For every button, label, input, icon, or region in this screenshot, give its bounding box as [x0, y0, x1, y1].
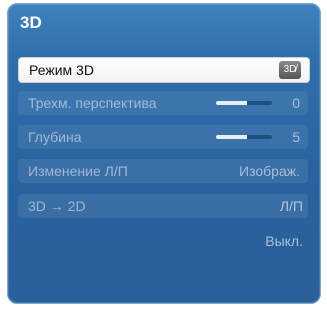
menu-item-3d-perspective[interactable]: Трехм. перспектива 0 — [18, 91, 308, 115]
depth-value: 5 — [292, 129, 300, 145]
menu-item-label: Трехм. перспектива — [28, 95, 157, 111]
perspective-value: 0 — [292, 95, 300, 111]
depth-slider[interactable] — [216, 135, 272, 139]
menu-item-depth[interactable]: Глубина 5 — [18, 125, 308, 149]
3d-settings-panel: 3D Режим 3D 3D̸ Трехм. перспектива 0 Глу… — [7, 3, 321, 304]
menu-title: 3D — [20, 13, 42, 32]
menu-item-lr-change[interactable]: Изменение Л/П Изображ. — [18, 159, 308, 183]
menu-item-label: Изменение Л/П — [28, 163, 128, 179]
menu-item-3d-mode[interactable]: Режим 3D 3D̸ — [18, 57, 310, 83]
option-lr[interactable]: Л/П — [280, 198, 303, 214]
lr-change-value: Изображ. — [239, 163, 300, 179]
perspective-slider[interactable] — [216, 101, 272, 105]
option-off[interactable]: Выкл. — [265, 233, 303, 249]
menu-item-label: Режим 3D — [29, 62, 94, 78]
perspective-slider-fill — [216, 101, 247, 105]
menu-item-label: Глубина — [28, 129, 82, 145]
depth-slider-fill — [216, 135, 247, 139]
menu-item-label: 3D → 2D — [28, 198, 86, 214]
menu-item-3d-to-2d[interactable]: 3D → 2D — [18, 194, 308, 218]
3d-icon: 3D̸ — [279, 61, 301, 79]
